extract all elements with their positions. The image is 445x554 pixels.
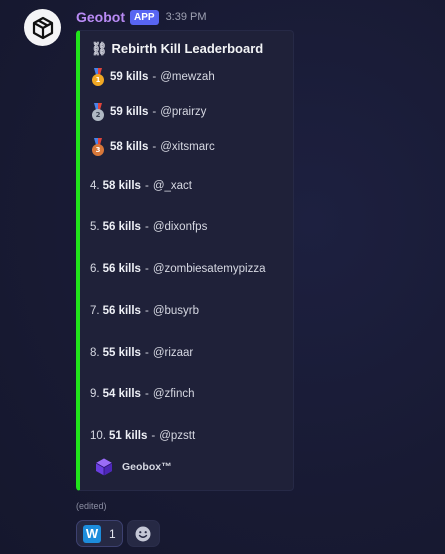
embed-title: ⛓ Rebirth Kill Leaderboard: [91, 41, 263, 57]
kill-count: 55 kills: [102, 347, 141, 359]
embed-footer: Geobox™: [94, 457, 172, 477]
leaderboard-row: 7. 56 kills - @busyrb: [90, 302, 199, 320]
separator: -: [152, 106, 157, 118]
player-handle: @xitsmarc: [160, 141, 215, 153]
rank-number: 5.: [90, 221, 100, 233]
kill-count: 56 kills: [102, 221, 141, 233]
message-header: Geobot APP 3:39 PM: [76, 8, 207, 26]
kill-count: 59 kills: [110, 106, 149, 118]
kill-count: 56 kills: [102, 263, 141, 275]
rank-number: 8.: [90, 347, 100, 359]
message-timestamp[interactable]: 3:39 PM: [166, 11, 207, 23]
separator: -: [152, 71, 157, 83]
separator: -: [152, 141, 157, 153]
kill-count: 54 kills: [102, 388, 141, 400]
bot-avatar[interactable]: [24, 9, 61, 46]
separator: -: [144, 221, 149, 233]
separator: -: [144, 347, 149, 359]
player-handle: @pzstt: [159, 430, 196, 442]
player-handle: @_xact: [152, 180, 192, 192]
rank-number: 9.: [90, 388, 100, 400]
reaction-count: 1: [109, 526, 116, 541]
player-handle: @zombiesatemypizza: [152, 263, 266, 275]
geobox-cube-icon: [95, 458, 113, 476]
rank-number: 10.: [90, 430, 106, 442]
player-handle: @prairzy: [160, 106, 207, 118]
player-handle: @zfinch: [152, 388, 195, 400]
kill-count: 56 kills: [102, 305, 141, 317]
rank-number: 6.: [90, 263, 100, 275]
geobot-logo-icon: [32, 16, 53, 39]
leaderboard-row: 9. 54 kills - @zfinch: [90, 385, 195, 403]
player-handle: @dixonfps: [152, 221, 208, 233]
leaderboard-row: 2 59 kills - @prairzy: [90, 103, 206, 121]
leaderboard-row: 3 58 kills - @xitsmarc: [90, 138, 215, 156]
gold-medal-icon: 1: [90, 68, 106, 86]
rank-number: 7.: [90, 305, 100, 317]
separator: -: [144, 305, 149, 317]
kill-count: 51 kills: [109, 430, 148, 442]
kill-count: 58 kills: [110, 141, 149, 153]
embed-title-text: Rebirth Kill Leaderboard: [111, 41, 264, 56]
leaderboard-embed: ⛓ Rebirth Kill Leaderboard 1 59 kills - @mew…: [76, 30, 294, 491]
add-reaction-icon: [135, 526, 151, 541]
edited-label: (edited): [76, 501, 107, 511]
kill-count: 59 kills: [110, 71, 149, 83]
leaderboard-row: 5. 56 kills - @dixonfps: [90, 218, 207, 236]
bronze-medal-icon: 3: [90, 138, 106, 156]
chain-icon: ⛓: [91, 41, 108, 56]
rank-number: 4.: [90, 180, 100, 192]
separator: -: [144, 263, 149, 275]
w-letter-icon: W: [83, 524, 101, 543]
reaction-w[interactable]: W 1: [76, 520, 123, 547]
separator: -: [151, 430, 156, 442]
separator: -: [144, 388, 149, 400]
app-badge: APP: [130, 9, 159, 25]
bot-username[interactable]: Geobot: [76, 9, 125, 25]
player-handle: @busyrb: [152, 305, 200, 317]
leaderboard-row: 8. 55 kills - @rizaar: [90, 344, 193, 362]
leaderboard-row: 6. 56 kills - @zombiesatemypizza: [90, 260, 265, 278]
footer-text: Geobox™: [122, 461, 172, 473]
player-handle: @mewzah: [160, 71, 215, 83]
separator: -: [144, 180, 149, 192]
reactions-bar: W 1: [76, 520, 160, 547]
kill-count: 58 kills: [102, 180, 141, 192]
leaderboard-row: 1 59 kills - @mewzah: [90, 68, 215, 86]
player-handle: @rizaar: [152, 347, 194, 359]
leaderboard-row: 4. 58 kills - @_xact: [90, 177, 192, 195]
leaderboard-row: 10. 51 kills - @pzstt: [90, 427, 195, 445]
add-reaction-button[interactable]: [126, 520, 160, 547]
silver-medal-icon: 2: [90, 103, 106, 121]
